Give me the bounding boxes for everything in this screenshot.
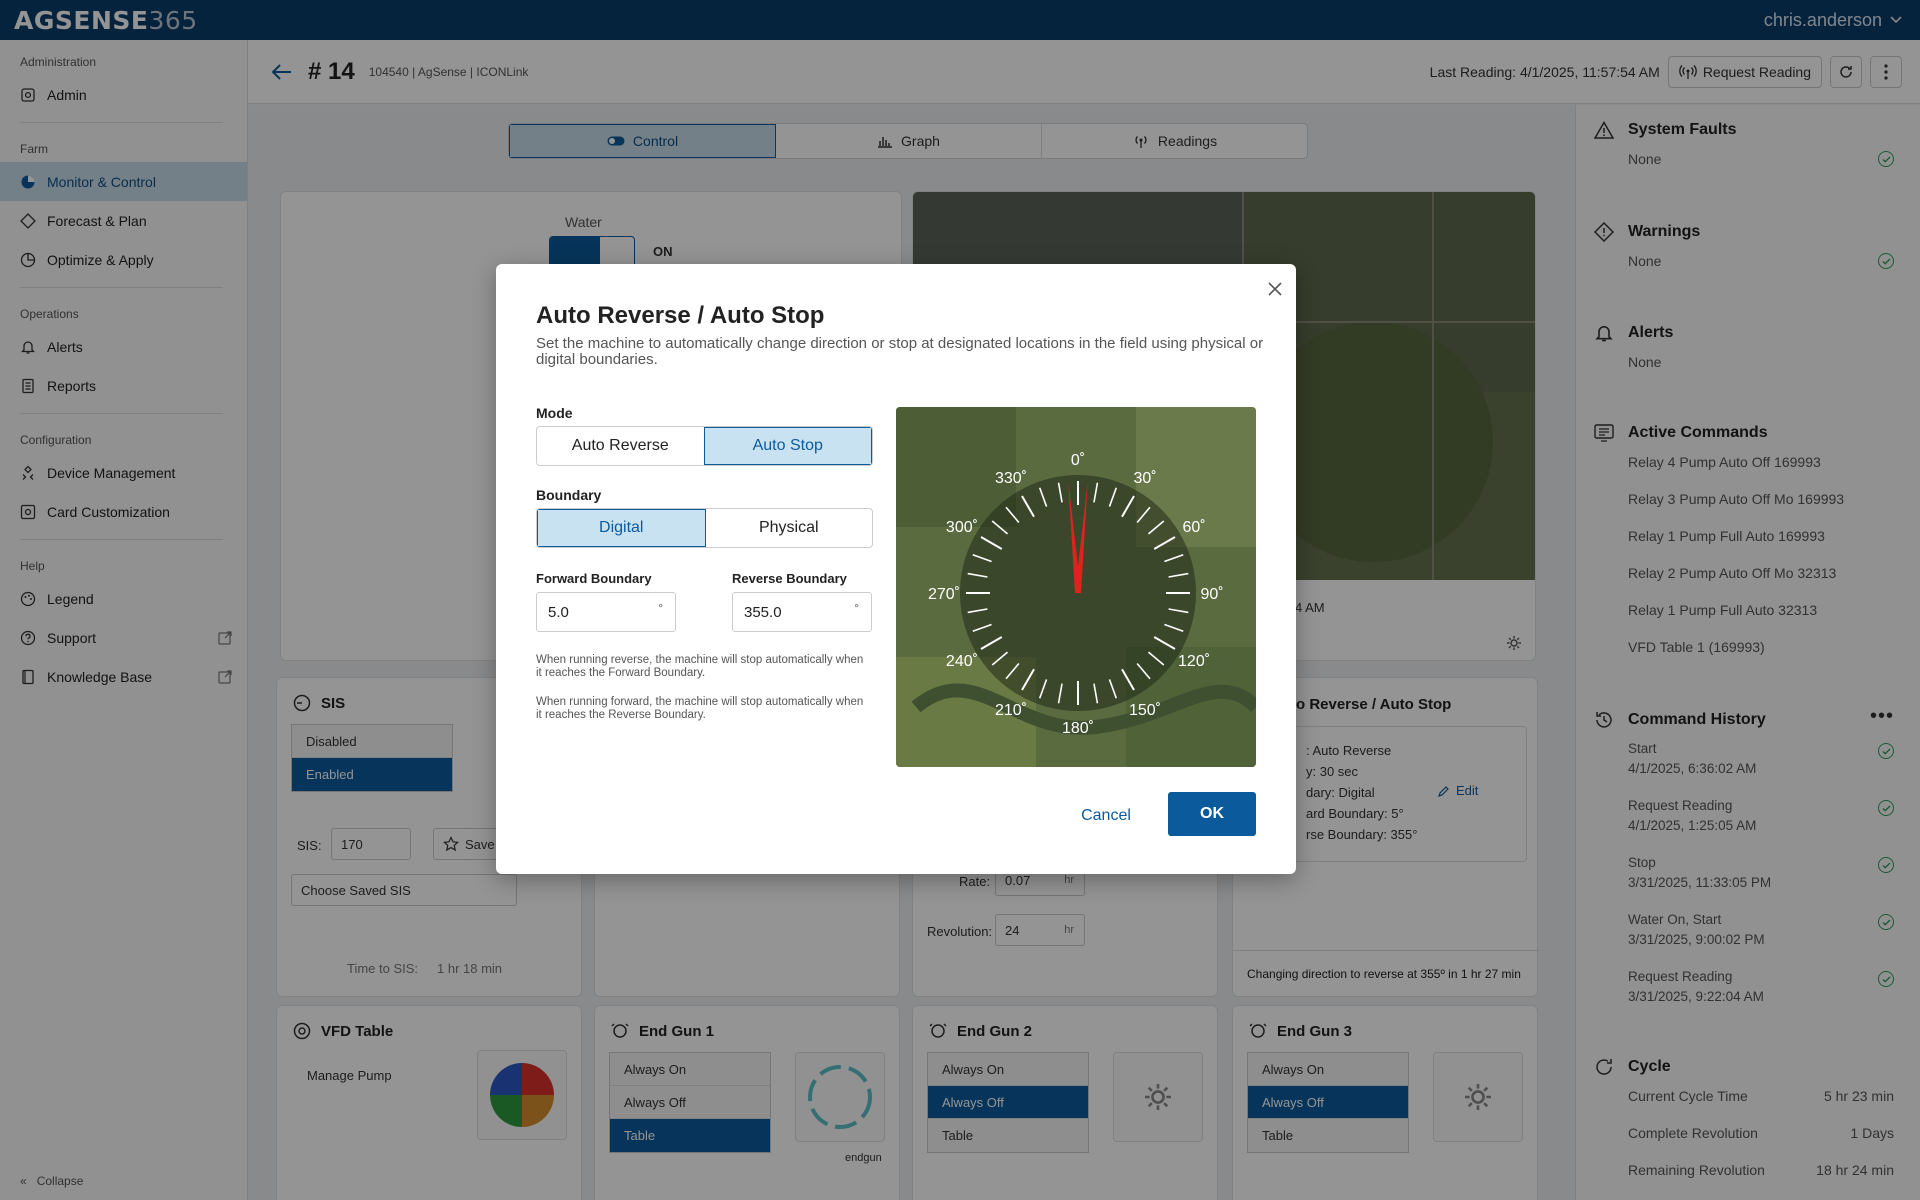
boundary-physical[interactable]: Physical: [705, 509, 872, 547]
compass-label: 60˚: [1182, 519, 1205, 536]
compass-label: 210˚: [995, 702, 1027, 719]
dialog-description: Set the machine to automatically change …: [536, 335, 1264, 368]
compass-label: 180˚: [1062, 720, 1094, 737]
boundary-label: Boundary: [536, 487, 602, 503]
compass-dial[interactable]: 0˚ 30˚ 60˚ 90˚ 120˚ 150˚ 180˚ 210˚ 240˚ 270˚ 300˚ 3…: [896, 407, 1256, 767]
compass-label: 270˚: [928, 586, 960, 603]
reverse-note: When running reverse, the machine will s…: [536, 654, 864, 679]
compass-label: 120˚: [1178, 653, 1210, 670]
forward-boundary-input[interactable]: 5.0 °: [536, 592, 676, 632]
forward-boundary-label: Forward Boundary: [536, 571, 652, 586]
boundary-digital[interactable]: Digital: [537, 509, 706, 547]
reverse-boundary-input[interactable]: 355.0 °: [732, 592, 872, 632]
compass-label: 300˚: [946, 519, 978, 536]
compass-label: 240˚: [946, 653, 978, 670]
compass-label: 150˚: [1129, 702, 1161, 719]
close-button[interactable]: [1268, 276, 1282, 302]
forward-note: When running forward, the machine will s…: [536, 696, 864, 721]
mode-auto-reverse[interactable]: Auto Reverse: [537, 427, 704, 465]
mode-auto-stop[interactable]: Auto Stop: [703, 427, 872, 465]
compass-label: 0˚: [1071, 452, 1085, 469]
boundary-compass[interactable]: 0˚ 30˚ 60˚ 90˚ 120˚ 150˚ 180˚ 210˚ 240˚ 270˚ 300˚ 3…: [896, 407, 1256, 767]
compass-label: 30˚: [1133, 470, 1156, 487]
reverse-boundary-label: Reverse Boundary: [732, 571, 847, 586]
ok-button[interactable]: OK: [1168, 792, 1256, 836]
boundary-selector: Digital Physical: [536, 508, 873, 548]
compass-label: 330˚: [995, 470, 1027, 487]
compass-label: 90˚: [1200, 586, 1223, 603]
mode-label: Mode: [536, 405, 573, 421]
cancel-button[interactable]: Cancel: [1066, 796, 1146, 836]
close-icon: [1268, 282, 1282, 296]
auto-reverse-dialog: Auto Reverse / Auto Stop Set the machine…: [496, 264, 1296, 874]
mode-selector: Auto Reverse Auto Stop: [536, 426, 873, 466]
dialog-title: Auto Reverse / Auto Stop: [536, 302, 825, 329]
